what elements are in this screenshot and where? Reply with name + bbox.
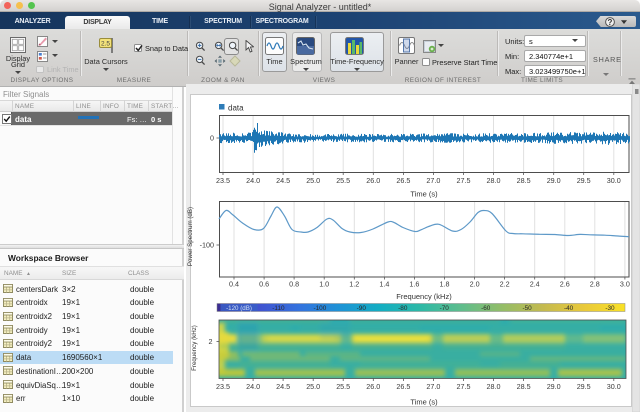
- svg-text:30.0: 30.0: [607, 176, 621, 185]
- svg-text:2.6: 2.6: [560, 280, 570, 289]
- svg-text:26.0: 26.0: [366, 176, 380, 185]
- svg-text:3.0: 3.0: [620, 280, 630, 289]
- svg-text:27.5: 27.5: [457, 382, 471, 391]
- svg-text:-100: -100: [200, 241, 214, 250]
- svg-text:27.5: 27.5: [457, 176, 471, 185]
- svg-text:25.5: 25.5: [336, 382, 350, 391]
- svg-text:Frequency (kHz): Frequency (kHz): [191, 325, 198, 371]
- svg-text:?: ?: [608, 17, 613, 26]
- svg-text:0.4: 0.4: [229, 280, 239, 289]
- svg-text:data: data: [228, 104, 244, 113]
- svg-text:24.5: 24.5: [276, 176, 290, 185]
- svg-text:28.0: 28.0: [487, 382, 501, 391]
- svg-text:29.5: 29.5: [577, 176, 591, 185]
- svg-text:2.0: 2.0: [470, 280, 480, 289]
- svg-text:24.5: 24.5: [276, 382, 290, 391]
- svg-text:26.0: 26.0: [366, 382, 380, 391]
- svg-text:1.2: 1.2: [349, 280, 359, 289]
- svg-text:Power Spectrum (dB): Power Spectrum (dB): [187, 207, 194, 266]
- svg-text:-80: -80: [398, 305, 408, 312]
- svg-text:24.0: 24.0: [246, 176, 260, 185]
- svg-text:26.5: 26.5: [396, 382, 410, 391]
- svg-text:27.0: 27.0: [426, 382, 440, 391]
- svg-text:27.0: 27.0: [426, 176, 440, 185]
- svg-text:-30: -30: [605, 305, 615, 312]
- svg-text:-90: -90: [357, 305, 367, 312]
- svg-text:1.6: 1.6: [409, 280, 419, 289]
- svg-text:-110: -110: [272, 305, 285, 312]
- svg-text:1.0: 1.0: [319, 280, 329, 289]
- svg-text:Frequency (kHz): Frequency (kHz): [396, 292, 452, 301]
- svg-text:-50: -50: [522, 305, 532, 312]
- svg-text:-70: -70: [440, 305, 450, 312]
- svg-text:2: 2: [209, 337, 213, 346]
- svg-text:25.0: 25.0: [306, 382, 320, 391]
- svg-text:-40: -40: [564, 305, 574, 312]
- svg-text:2.8: 2.8: [590, 280, 600, 289]
- svg-text:0.8: 0.8: [289, 280, 299, 289]
- svg-text:-120 (dB): -120 (dB): [226, 305, 252, 312]
- svg-text:24.0: 24.0: [246, 382, 260, 391]
- svg-text:29.0: 29.0: [547, 176, 561, 185]
- svg-text:29.0: 29.0: [547, 382, 561, 391]
- svg-text:29.5: 29.5: [577, 382, 591, 391]
- svg-text:2.4: 2.4: [530, 280, 540, 289]
- svg-text:-100: -100: [314, 305, 327, 312]
- svg-text:2.2: 2.2: [500, 280, 510, 289]
- svg-text:23.5: 23.5: [216, 382, 230, 391]
- svg-text:1.4: 1.4: [379, 280, 389, 289]
- svg-text:28.0: 28.0: [487, 176, 501, 185]
- svg-text:1.8: 1.8: [440, 280, 450, 289]
- svg-text:28.5: 28.5: [517, 382, 531, 391]
- svg-text:25.0: 25.0: [306, 176, 320, 185]
- svg-text:0.6: 0.6: [259, 280, 269, 289]
- svg-text:0: 0: [210, 134, 214, 143]
- svg-text:Time (s): Time (s): [410, 190, 438, 199]
- svg-text:30.0: 30.0: [607, 382, 621, 391]
- svg-text:2.5: 2.5: [101, 41, 110, 48]
- svg-text:-60: -60: [481, 305, 491, 312]
- svg-text:26.5: 26.5: [396, 176, 410, 185]
- svg-text:25.5: 25.5: [336, 176, 350, 185]
- svg-text:Time (s): Time (s): [410, 398, 438, 407]
- svg-text:23.5: 23.5: [216, 176, 230, 185]
- svg-text:28.5: 28.5: [517, 176, 531, 185]
